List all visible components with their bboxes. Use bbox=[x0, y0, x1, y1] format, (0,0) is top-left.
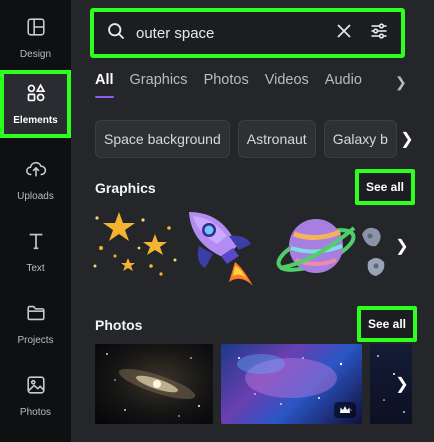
rail-item-design[interactable]: Design bbox=[0, 4, 71, 72]
design-icon bbox=[25, 16, 47, 43]
tab-audio[interactable]: Audio bbox=[325, 72, 362, 98]
chips-next-icon[interactable]: ❯ bbox=[397, 120, 417, 158]
elements-icon bbox=[25, 82, 47, 109]
rail-item-uploads[interactable]: Uploads bbox=[0, 146, 71, 214]
rail-item-label: Design bbox=[19, 49, 52, 60]
graphic-asteroids[interactable] bbox=[358, 220, 388, 280]
suggestion-chips: Space background Astronaut Galaxy b bbox=[95, 120, 411, 158]
tab-photos[interactable]: Photos bbox=[204, 72, 249, 98]
tab-graphics[interactable]: Graphics bbox=[130, 72, 188, 98]
photos-see-all-button[interactable]: See all bbox=[357, 306, 417, 342]
rail-item-label: Uploads bbox=[17, 191, 54, 202]
search-bar[interactable]: outer space bbox=[90, 8, 405, 58]
photos-heading: Photos bbox=[95, 317, 143, 333]
rail-item-label: Projects bbox=[17, 335, 54, 346]
rail-item-projects[interactable]: Projects bbox=[0, 290, 71, 358]
graphic-stars[interactable] bbox=[91, 208, 181, 280]
filter-icon[interactable] bbox=[369, 21, 389, 46]
tab-videos[interactable]: Videos bbox=[265, 72, 309, 98]
chip-astronaut[interactable]: Astronaut bbox=[237, 120, 316, 158]
premium-crown-icon bbox=[334, 402, 356, 418]
chip-galaxy[interactable]: Galaxy b bbox=[323, 120, 397, 158]
category-tabs: All Graphics Photos Videos Audio bbox=[95, 72, 415, 104]
folder-icon bbox=[25, 302, 47, 329]
rail-item-label: Photos bbox=[19, 407, 52, 418]
tabs-next-icon[interactable]: ❯ bbox=[395, 74, 407, 91]
rail-item-text[interactable]: Text bbox=[0, 218, 71, 286]
photo-icon bbox=[25, 374, 47, 401]
search-icon bbox=[106, 21, 126, 46]
graphic-planet[interactable] bbox=[274, 212, 360, 282]
graphic-rocket[interactable] bbox=[183, 206, 263, 288]
rail-item-label: Elements bbox=[13, 115, 58, 126]
rail-item-label: Text bbox=[26, 263, 45, 274]
text-icon bbox=[25, 230, 47, 257]
tab-all[interactable]: All bbox=[95, 72, 114, 98]
photos-next-icon[interactable]: ❯ bbox=[391, 369, 413, 399]
graphics-see-all-button[interactable]: See all bbox=[355, 169, 415, 205]
side-rail: Design Elements Uploads Text Projects Ph… bbox=[0, 0, 71, 442]
graphics-heading: Graphics bbox=[95, 180, 156, 196]
search-input[interactable]: outer space bbox=[136, 25, 335, 42]
chip-space-background[interactable]: Space background bbox=[95, 120, 230, 158]
upload-cloud-icon bbox=[25, 158, 47, 185]
rail-item-photos[interactable]: Photos bbox=[0, 362, 71, 430]
photo-nebula[interactable] bbox=[221, 344, 362, 424]
rail-item-elements[interactable]: Elements bbox=[0, 70, 71, 138]
clear-icon[interactable] bbox=[335, 22, 353, 45]
graphics-next-icon[interactable]: ❯ bbox=[391, 231, 413, 261]
elements-panel: outer space All Graphics Photos Videos A… bbox=[71, 0, 434, 442]
photo-galaxy[interactable] bbox=[95, 344, 213, 424]
